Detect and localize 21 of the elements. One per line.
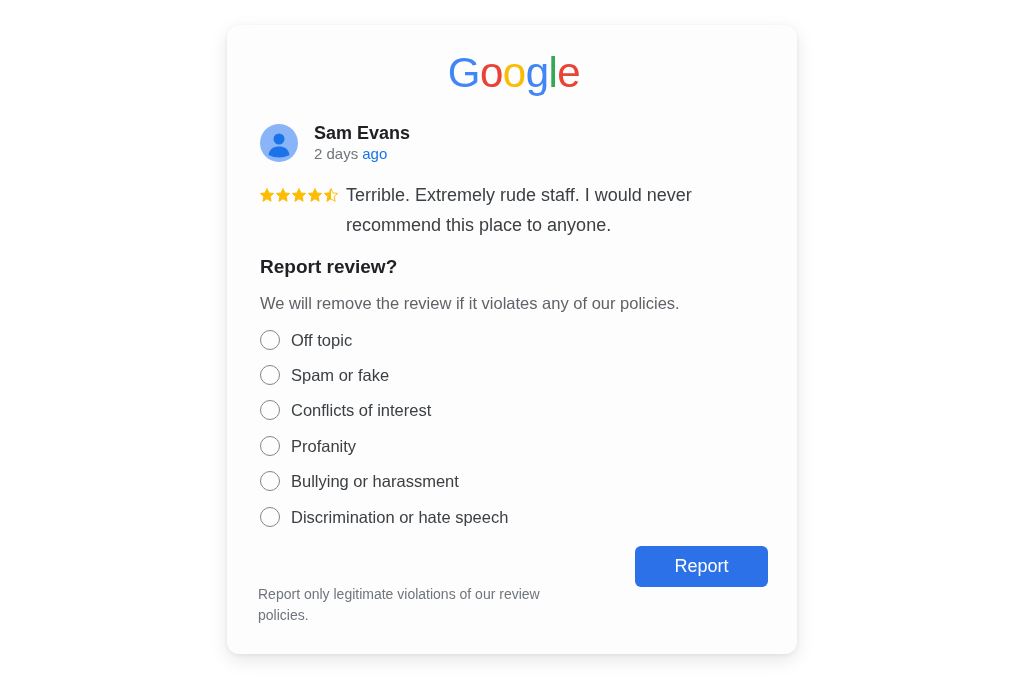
star-icon [308,188,322,202]
review-text: Terrible. Extremely rude staff. I would never recommend this place to anyone. [346,184,693,237]
review-time: 2 days [314,144,359,164]
star-icon [292,188,306,202]
option-label[interactable]: Profanity [291,434,357,457]
star-icon [324,188,338,202]
logo-text: Google [447,49,581,97]
option-label[interactable]: Spam or fake [291,364,390,387]
option-label[interactable]: Bullying or harassment [291,470,459,493]
author-name: Sam Evans [314,122,411,144]
avatar-icon [260,124,298,162]
dialog-description: We will remove the review if it violates any of our policies. [260,293,681,314]
option-label[interactable]: Off topic [291,328,353,351]
footer-note: Report only legitimate violations of our review policies. [258,585,541,626]
ago-link[interactable]: ago [362,144,388,164]
star-icon [276,188,290,202]
dialog-heading: Report review? [260,255,399,279]
report-button[interactable]: Report [635,546,768,588]
star-icon [260,188,274,202]
option-label[interactable]: Conflicts of interest [291,399,432,422]
option-label[interactable]: Discrimination or hate speech [291,505,509,528]
